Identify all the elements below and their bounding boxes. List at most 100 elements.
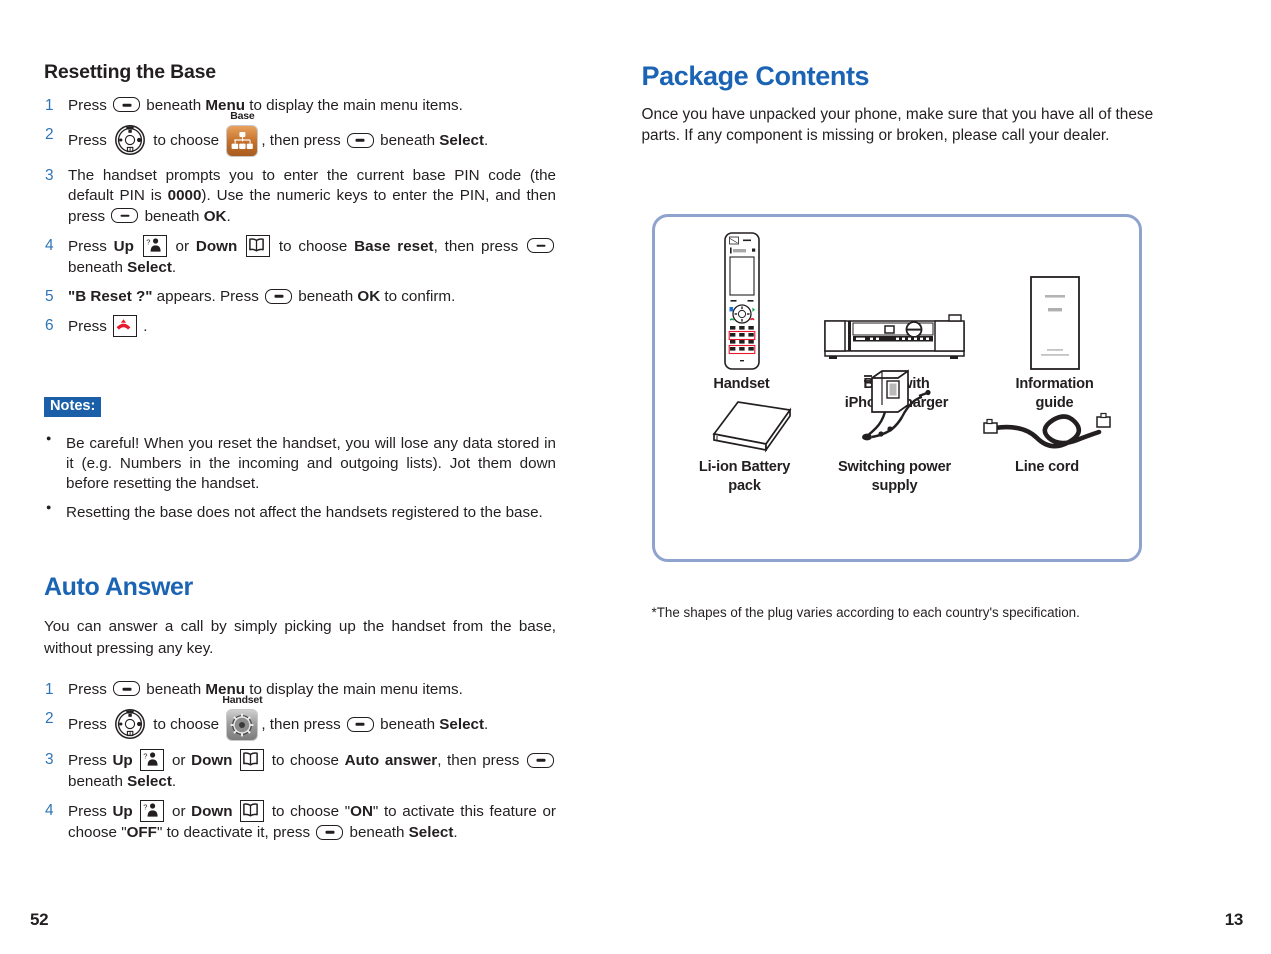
step-item: 1 Press beneath Menu to display the main … xyxy=(44,680,556,700)
emphasised-term: Base reset xyxy=(354,237,434,255)
handset-illustration xyxy=(677,229,807,371)
base-tile-glyph-icon xyxy=(226,125,259,158)
emphasised-term: 0000 xyxy=(167,187,202,205)
package-item-line-cord: Line cord xyxy=(970,382,1125,477)
step-text: "B Reset ?" appears. Press beneath OK to… xyxy=(68,288,456,306)
hangup-key-icon xyxy=(113,315,138,338)
right-page: Package Contents Once you have unpacked … xyxy=(636,0,1271,954)
menu-tile-caption: Base xyxy=(230,110,255,123)
step-item: 4 Press Up ? or Down to choose Base reset… xyxy=(44,234,556,278)
step-item: 2 Press to choose Handset, then press ben… xyxy=(44,694,556,742)
svg-text:?: ? xyxy=(144,803,148,812)
softkey-icon xyxy=(113,97,141,113)
step-item: 4 Press Up ? or Down to choose "ON" to ac… xyxy=(44,800,556,843)
step-item: 2 Press to choose Base, then press beneat… xyxy=(44,110,556,158)
step-number: 6 xyxy=(45,317,54,335)
booklet-illustration xyxy=(985,229,1125,371)
step-number: 1 xyxy=(45,681,54,698)
emphasised-term: Select xyxy=(127,773,172,791)
softkey-icon xyxy=(346,716,374,732)
handset-menu-tile-icon: Handset xyxy=(222,694,263,742)
steps-list-resetting-the-base: 1 Press beneath Menu to display the main … xyxy=(44,96,556,338)
emphasised-term: Down xyxy=(195,237,238,255)
step-text: The handset prompts you to enter the cur… xyxy=(68,167,557,225)
steps-list-auto-answer: 1 Press beneath Menu to display the main … xyxy=(44,680,556,844)
step-item: 1 Press beneath Menu to display the main … xyxy=(44,96,556,116)
note-item: Resetting the base does not affect the h… xyxy=(44,502,556,523)
step-text: Press beneath Menu to display the main m… xyxy=(68,681,463,698)
emphasised-term: OFF xyxy=(126,824,157,842)
emphasised-term: ON xyxy=(350,803,373,821)
left-page: Resetting the Base 1 Press beneath Menu t… xyxy=(0,0,636,954)
step-item: 6 Press . xyxy=(44,315,556,338)
power-supply-illustration xyxy=(815,367,975,454)
emphasised-term: Auto answer xyxy=(344,752,438,770)
step-text: Press to choose Base, then press beneath… xyxy=(68,110,556,158)
package-item-battery: Li-ion Battery pack xyxy=(665,382,825,495)
package-item-power-supply: Switching power supply xyxy=(815,367,975,495)
softkey-icon xyxy=(527,752,554,768)
softkey-icon xyxy=(527,238,554,254)
battery-illustration xyxy=(665,382,825,454)
up-key-icon: ? xyxy=(140,800,165,823)
page-title-auto-answer: Auto Answer xyxy=(44,573,193,601)
package-contents-footnote: *The shapes of the plug varies according… xyxy=(651,605,1080,620)
step-number: 3 xyxy=(45,167,54,185)
package-item-caption: Line cord xyxy=(1015,459,1079,475)
softkey-icon xyxy=(113,681,141,697)
page-number-right: 13 xyxy=(1224,910,1244,929)
auto-answer-intro-paragraph: You can answer a call by simply picking … xyxy=(44,618,556,657)
emphasised-term: "B Reset ?" xyxy=(68,288,153,306)
emphasised-term: OK xyxy=(357,288,381,306)
emphasised-term: Up xyxy=(113,237,134,255)
note-item: Be careful! When you reset the handset, … xyxy=(44,433,556,495)
step-item: 3 The handset prompts you to enter the cu… xyxy=(44,166,556,227)
notes-block: Notes: xyxy=(44,397,102,417)
step-text: Press Up ? or Down to choose Base reset,… xyxy=(68,234,556,278)
step-number: 4 xyxy=(45,802,54,820)
step-text: Press beneath Menu to display the main m… xyxy=(68,97,463,114)
notes-badge: Notes: xyxy=(44,397,102,417)
page-title-resetting-the-base: Resetting the Base xyxy=(44,61,216,83)
nav-wheel-icon xyxy=(113,708,147,740)
menu-tile-caption: Handset xyxy=(222,694,263,707)
step-number: 5 xyxy=(45,288,54,306)
down-key-icon xyxy=(240,749,265,772)
page-title-package-contents: Package Contents xyxy=(641,61,870,91)
svg-text:?: ? xyxy=(146,237,150,246)
package-item-caption: Switching power supply xyxy=(838,459,951,494)
nav-wheel-icon xyxy=(113,124,147,156)
notes-list: Be careful! When you reset the handset, … xyxy=(44,433,556,523)
down-key-icon xyxy=(246,234,271,257)
step-item: 3 Press Up ? or Down to choose Auto answe… xyxy=(44,749,556,792)
emphasised-term: Select xyxy=(408,824,454,842)
emphasised-term: Select xyxy=(439,716,485,734)
base-illustration xyxy=(799,229,995,371)
emphasised-term: Down xyxy=(191,803,233,821)
package-item-caption: Li-ion Battery pack xyxy=(698,459,791,494)
step-number: 2 xyxy=(45,126,54,144)
softkey-icon xyxy=(111,208,139,224)
emphasised-term: Down xyxy=(191,752,233,770)
step-text: Press Up ? or Down to choose "ON" to act… xyxy=(68,800,556,843)
softkey-icon xyxy=(346,132,374,148)
up-key-icon: ? xyxy=(140,749,165,772)
softkey-icon xyxy=(265,288,293,304)
emphasised-term: Select xyxy=(439,132,485,150)
line-cord-illustration xyxy=(970,382,1125,454)
emphasised-term: Up xyxy=(112,803,133,821)
handset-gear-glyph-icon xyxy=(226,709,259,742)
step-number: 1 xyxy=(45,97,54,114)
step-number: 4 xyxy=(45,236,54,254)
page-number-left: 52 xyxy=(30,910,49,929)
down-key-icon xyxy=(240,800,265,823)
step-number: 3 xyxy=(45,751,54,769)
base-menu-tile-icon: Base xyxy=(226,110,259,158)
softkey-icon xyxy=(316,824,344,840)
step-text: Press Up ? or Down to choose Auto answer… xyxy=(68,749,556,792)
emphasised-term: Up xyxy=(112,752,133,770)
emphasised-term: Select xyxy=(127,258,172,276)
step-text: Press to choose Handset, then press bene… xyxy=(68,694,556,742)
up-key-icon: ? xyxy=(142,234,167,257)
package-item-handset: Handset xyxy=(677,229,807,394)
